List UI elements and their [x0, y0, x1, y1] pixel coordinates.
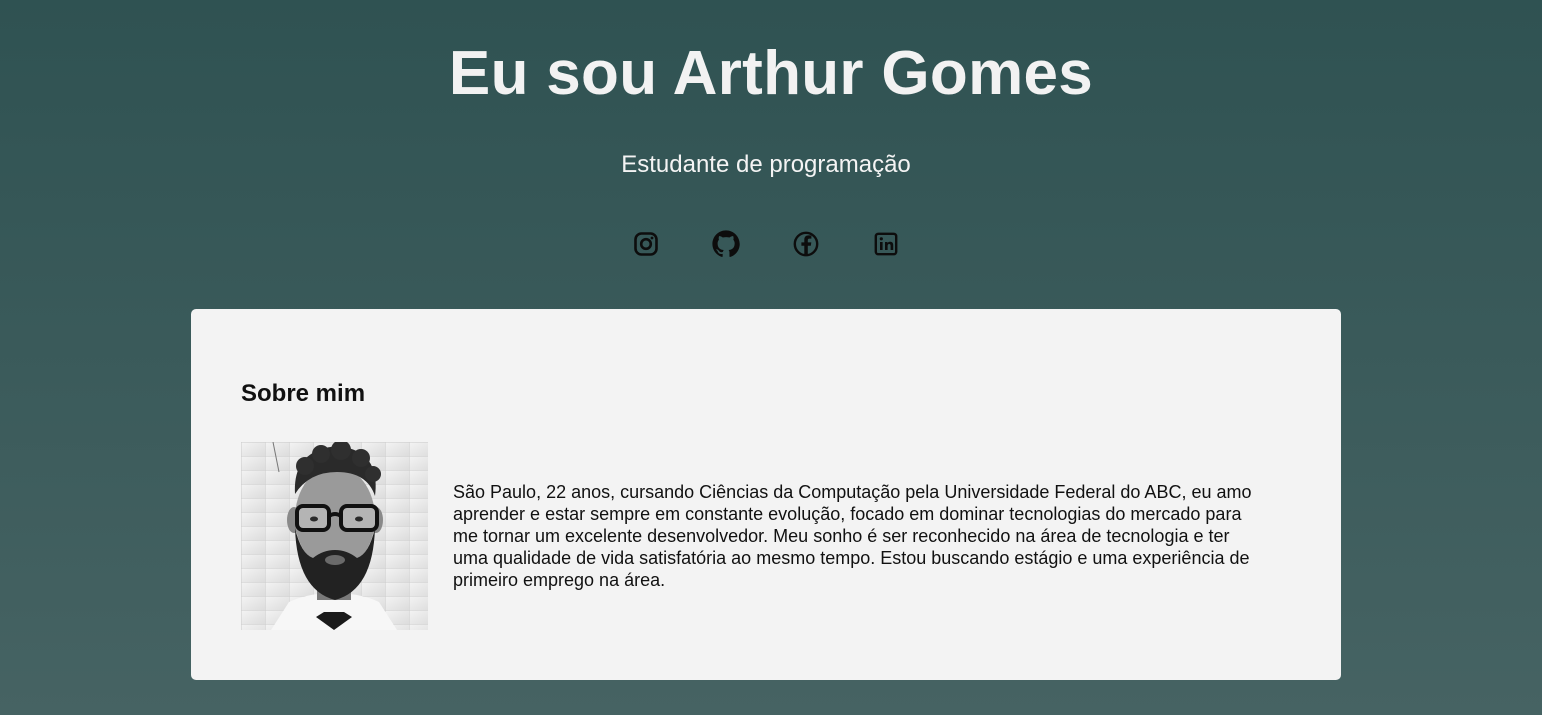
about-text: São Paulo, 22 anos, cursando Ciências da…: [453, 482, 1252, 590]
instagram-icon: [634, 232, 658, 256]
facebook-icon: [793, 231, 819, 257]
about-card: Sobre mim São Paulo, 22 anos, cursando C…: [191, 309, 1341, 680]
facebook-link[interactable]: [790, 228, 822, 260]
linkedin-icon: [874, 232, 898, 256]
page-title: Eu sou Arthur Gomes: [448, 39, 1094, 108]
about-title: Sobre mim: [241, 380, 366, 407]
social-links: [630, 228, 902, 260]
linkedin-link[interactable]: [870, 228, 902, 260]
github-link[interactable]: [710, 228, 742, 260]
profile-photo: [241, 442, 428, 630]
instagram-link[interactable]: [630, 228, 662, 260]
page-subtitle: Estudante de programação: [621, 151, 911, 178]
github-icon: [712, 230, 740, 257]
